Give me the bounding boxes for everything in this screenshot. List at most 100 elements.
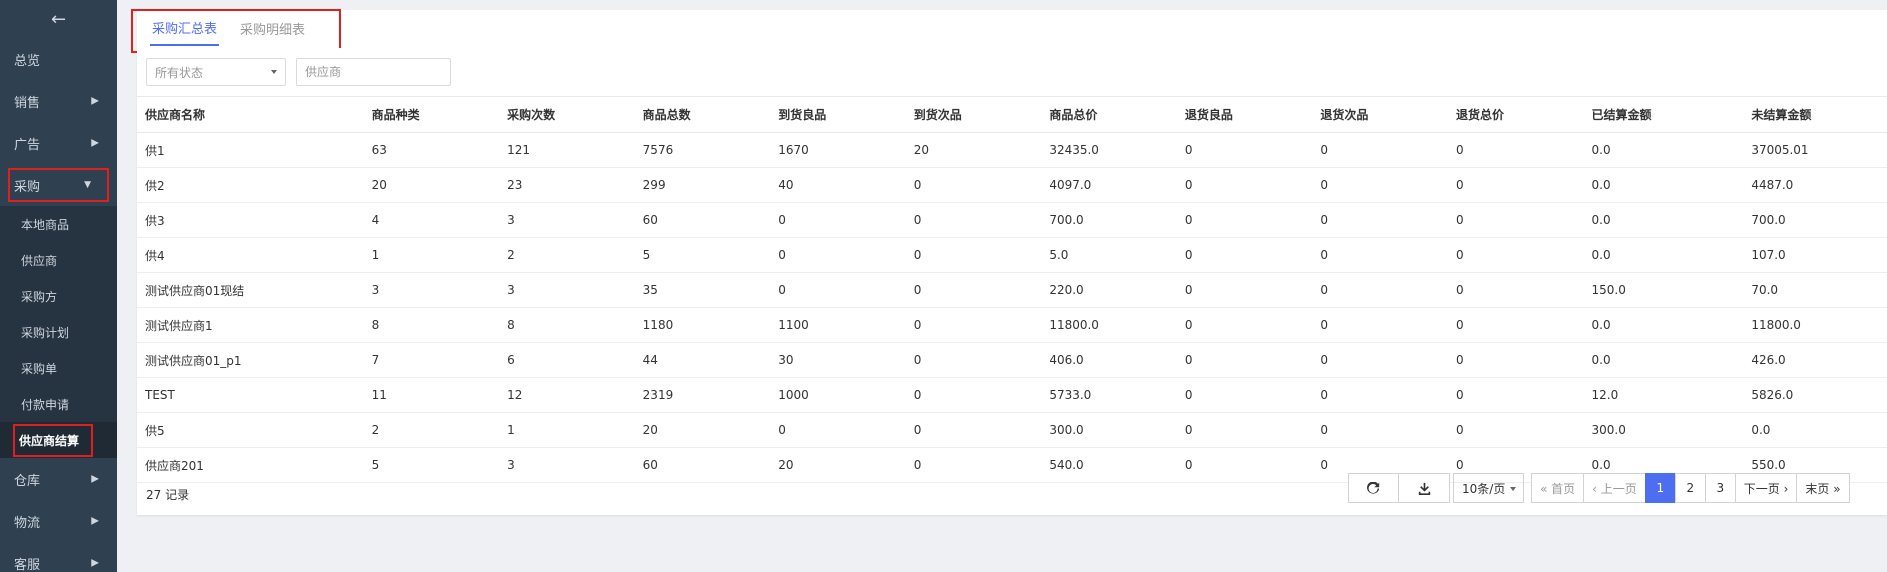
table-row[interactable]: TEST 11 12 2319 1000 0 5733.0 0 0 0 12.0 5826.0 <box>137 377 1887 413</box>
column-header: 采购次数 <box>499 96 635 133</box>
column-header: 到货次品 <box>905 96 1042 133</box>
column-header: 商品种类 <box>363 96 500 133</box>
sidebar-item-service[interactable]: 客服 ▶ <box>0 542 117 572</box>
table-cell: 0 <box>770 412 906 448</box>
download-button[interactable] <box>1399 473 1450 503</box>
supplier-input[interactable] <box>296 58 451 86</box>
sidebar-item-overview[interactable]: 总览 <box>0 38 117 80</box>
page-3-button[interactable]: 3 <box>1704 473 1736 503</box>
table-cell: 测试供应商01现结 <box>137 272 364 308</box>
table-cell: 0 <box>905 272 1042 308</box>
sidebar-sub-payment-request[interactable]: 付款申请 <box>0 386 117 422</box>
table-cell: 0 <box>1312 377 1448 413</box>
sidebar-item-sales[interactable]: 销售 ▶ <box>0 80 117 122</box>
table-cell: 0 <box>1447 202 1584 238</box>
table-cell: 0 <box>905 237 1042 273</box>
record-count: 27 记录 <box>146 488 190 502</box>
table-row[interactable]: 测试供应商01现结 3 3 35 0 0 220.0 0 0 0 150.0 70.0 <box>137 272 1887 308</box>
sidebar-sub-suppliers[interactable]: 供应商 <box>0 242 117 278</box>
table-cell: 0 <box>1312 342 1448 378</box>
sidebar-item-label: 广告 <box>14 137 41 153</box>
next-page-button[interactable]: 下一页 › <box>1734 473 1798 503</box>
table-cell: 11 <box>363 377 500 413</box>
table-cell: 0.0 <box>1583 202 1744 238</box>
table-cell: 60 <box>634 202 771 238</box>
back-arrow-icon[interactable]: ← <box>0 0 117 38</box>
sidebar-sub-purchasers[interactable]: 采购方 <box>0 278 117 314</box>
sidebar-sub-purchase-order[interactable]: 采购单 <box>0 350 117 386</box>
table-row[interactable]: 供5 2 1 20 0 0 300.0 0 0 0 300.0 0.0 <box>137 412 1887 448</box>
table-row[interactable]: 供3 4 3 60 0 0 700.0 0 0 0 0.0 700.0 <box>137 202 1887 238</box>
table-cell: 0 <box>1176 412 1313 448</box>
last-page-button[interactable]: 末页 » <box>1796 473 1850 503</box>
table-cell: 0 <box>1312 237 1448 273</box>
table-cell: 3 <box>363 272 500 308</box>
chevron-down-icon: ▼ <box>84 180 91 190</box>
table-row[interactable]: 测试供应商01_p1 7 6 44 30 0 406.0 0 0 0 0.0 426.0 <box>137 342 1887 378</box>
table-cell: 0 <box>1312 167 1448 203</box>
sidebar-item-warehouse[interactable]: 仓库 ▶ <box>0 458 117 500</box>
page-2-button[interactable]: 2 <box>1674 473 1706 503</box>
table-cell: 0.0 <box>1583 342 1744 378</box>
table-cell: 0 <box>905 412 1042 448</box>
table-cell: 0 <box>905 167 1042 203</box>
sidebar-sub-local-products[interactable]: 本地商品 <box>0 206 117 242</box>
table-cell: 20 <box>363 167 500 203</box>
table-cell: 2319 <box>634 377 771 413</box>
column-header: 商品总价 <box>1041 96 1177 133</box>
sidebar-sub-label: 采购计划 <box>21 325 70 340</box>
table-cell: 0 <box>1447 342 1584 378</box>
table-row[interactable]: 测试供应商1 8 8 1180 1100 0 11800.0 0 0 0 0.0 11800.0 <box>137 307 1887 343</box>
filter-bar: 所有状态 <box>146 58 451 88</box>
table-row[interactable]: 供4 1 2 5 0 0 5.0 0 0 0 0.0 107.0 <box>137 237 1887 273</box>
table-cell: 5.0 <box>1041 237 1177 273</box>
first-page-button[interactable]: « 首页 <box>1531 473 1585 503</box>
table-cell: 4097.0 <box>1041 167 1177 203</box>
table-cell: 0 <box>1176 132 1313 168</box>
table-cell: 35 <box>634 272 771 308</box>
table-row[interactable]: 供1 63 121 7576 1670 20 32435.0 0 0 0 0.0 37005.01 <box>137 132 1887 168</box>
table-cell: 0 <box>1447 167 1584 203</box>
table-cell: 20 <box>634 412 771 448</box>
refresh-button[interactable] <box>1348 473 1399 503</box>
sidebar-item-logistics[interactable]: 物流 ▶ <box>0 500 117 542</box>
table-row[interactable]: 供2 20 23 299 40 0 4097.0 0 0 0 0.0 4487.0 <box>137 167 1887 203</box>
table-cell: 7576 <box>634 132 771 168</box>
sidebar-sub-purchase-plan[interactable]: 采购计划 <box>0 314 117 350</box>
sidebar-item-label: 总览 <box>14 53 41 69</box>
sidebar-sub-supplier-settlement[interactable]: 供应商结算 <box>0 422 117 458</box>
chevron-right-icon: ▶ <box>91 473 99 485</box>
table-cell: 6 <box>499 342 635 378</box>
table-cell: 供1 <box>137 132 364 168</box>
table-cell: 0.0 <box>1583 132 1744 168</box>
page-size-select[interactable]: 10条/页 <box>1453 473 1524 503</box>
table-cell: 测试供应商01_p1 <box>137 342 364 378</box>
table-cell: 107.0 <box>1743 237 1887 273</box>
table-cell: 0 <box>1447 307 1584 343</box>
status-select[interactable]: 所有状态 <box>146 58 286 86</box>
table-cell: 63 <box>363 132 500 168</box>
tab-bar <box>137 10 1887 49</box>
table-cell: 0 <box>905 377 1042 413</box>
table-cell: 0 <box>1447 132 1584 168</box>
sidebar-item-ads[interactable]: 广告 ▶ <box>0 122 117 164</box>
column-header: 退货次品 <box>1312 96 1448 133</box>
table-cell: 5826.0 <box>1743 377 1887 413</box>
table-cell: 0 <box>770 272 906 308</box>
table-cell: 0 <box>1176 272 1313 308</box>
sidebar-item-purchase[interactable]: 采购 ▼ <box>8 168 109 202</box>
page-1-button[interactable]: 1 <box>1644 473 1676 503</box>
table-cell: 0 <box>1312 412 1448 448</box>
table-cell: 300.0 <box>1041 412 1177 448</box>
table-cell: 20 <box>905 132 1042 168</box>
table-cell: 30 <box>770 342 906 378</box>
prev-page-button[interactable]: ‹ 上一页 <box>1583 473 1646 503</box>
table-cell: 0 <box>770 237 906 273</box>
column-header: 供应商名称 <box>137 96 364 133</box>
chevron-right-icon: ▶ <box>91 557 99 569</box>
table-cell: 406.0 <box>1041 342 1177 378</box>
table-cell: 44 <box>634 342 771 378</box>
tabs-highlight-box <box>131 9 341 53</box>
table-cell: 121 <box>499 132 635 168</box>
table-cell: 70.0 <box>1743 272 1887 308</box>
